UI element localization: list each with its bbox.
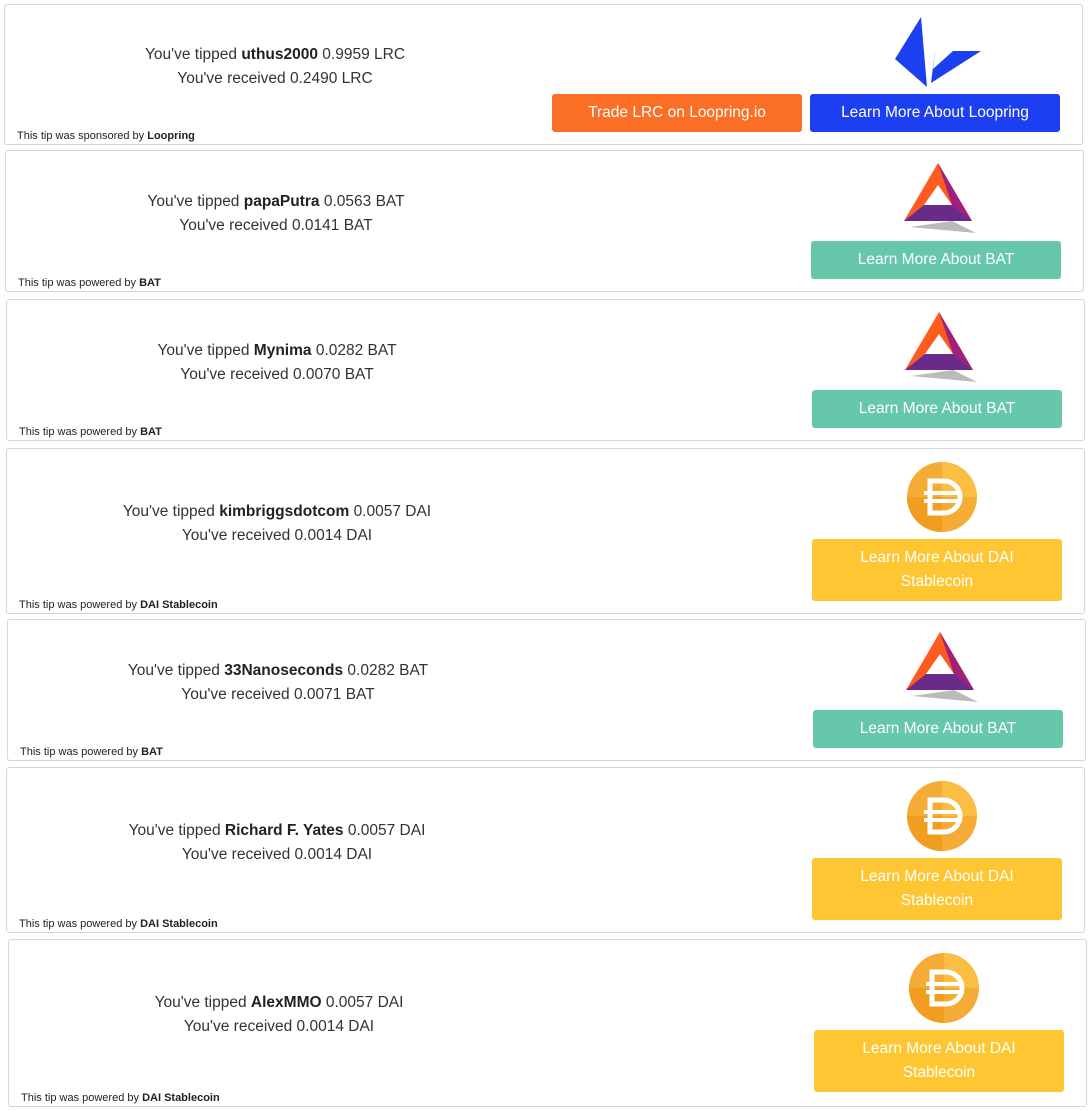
tipped-user: Mynima xyxy=(253,342,312,359)
sponsor-note: This tip was powered by BAT xyxy=(18,277,161,289)
dai-logo xyxy=(907,462,977,532)
tip-summary: You've tipped Richard F. Yates 0.0057 DA… xyxy=(97,819,457,867)
tip-card-bat: You've tipped papaPutra 0.0563 BAT You'v… xyxy=(5,150,1084,292)
tipped-user: AlexMMO xyxy=(250,994,322,1011)
received-line: You've received 0.0014 DAI xyxy=(181,846,373,863)
dai-logo xyxy=(907,781,977,851)
sponsor-note: This tip was powered by BAT xyxy=(19,426,162,438)
tipped-user: kimbriggsdotcom xyxy=(219,503,350,520)
learn-more-bat-button[interactable]: Learn More About BAT xyxy=(812,390,1062,428)
tip-summary: You've tipped AlexMMO 0.0057 DAI You've … xyxy=(99,991,459,1039)
tipped-line: You've tipped kimbriggsdotcom 0.0057 DAI xyxy=(122,503,432,520)
received-line: You've received 0.0014 DAI xyxy=(181,527,373,544)
sponsor-note: This tip was powered by DAI Stablecoin xyxy=(19,918,218,930)
tipped-line: You've tipped AlexMMO 0.0057 DAI xyxy=(154,994,404,1011)
tip-summary: You've tipped uthus2000 0.9959 LRC You'v… xyxy=(95,43,455,91)
tip-card-dai: You've tipped Richard F. Yates 0.0057 DA… xyxy=(6,767,1085,933)
received-line: You've received 0.0014 DAI xyxy=(183,1018,375,1035)
tipped-user: uthus2000 xyxy=(241,46,318,63)
received-line: You've received 0.0071 BAT xyxy=(181,686,375,703)
tip-summary: You've tipped Mynima 0.0282 BAT You've r… xyxy=(97,339,457,387)
dai-logo xyxy=(909,953,979,1023)
learn-more-bat-button[interactable]: Learn More About BAT xyxy=(813,710,1063,748)
loopring-logo xyxy=(895,17,981,87)
tip-card-bat: You've tipped Mynima 0.0282 BAT You've r… xyxy=(6,299,1085,441)
tipped-line: You've tipped Mynima 0.0282 BAT xyxy=(157,342,397,359)
sponsor-note: This tip was powered by DAI Stablecoin xyxy=(19,599,218,611)
learn-more-dai-button[interactable]: Learn More About DAI Stablecoin xyxy=(812,539,1062,601)
tip-summary: You've tipped 33Nanoseconds 0.0282 BAT Y… xyxy=(98,659,458,707)
learn-more-bat-button[interactable]: Learn More About BAT xyxy=(811,241,1061,279)
learn-more-dai-button[interactable]: Learn More About DAI Stablecoin xyxy=(812,858,1062,920)
sponsor-note: This tip was sponsored by Loopring xyxy=(17,130,195,142)
tipped-line: You've tipped 33Nanoseconds 0.0282 BAT xyxy=(127,662,429,679)
tip-card-dai: You've tipped kimbriggsdotcom 0.0057 DAI… xyxy=(6,448,1085,614)
sponsor-note: This tip was powered by DAI Stablecoin xyxy=(21,1092,220,1104)
learn-more-dai-button[interactable]: Learn More About DAI Stablecoin xyxy=(814,1030,1064,1092)
bat-logo xyxy=(906,632,978,702)
tipped-user: 33Nanoseconds xyxy=(224,662,344,679)
received-line: You've received 0.2490 LRC xyxy=(177,70,373,87)
tipped-line: You've tipped Richard F. Yates 0.0057 DA… xyxy=(128,822,426,839)
trade-lrc-button[interactable]: Trade LRC on Loopring.io xyxy=(552,94,802,132)
tipped-user: papaPutra xyxy=(243,193,320,210)
tip-card-bat: You've tipped 33Nanoseconds 0.0282 BAT Y… xyxy=(7,619,1086,761)
tipped-line: You've tipped uthus2000 0.9959 LRC xyxy=(144,46,406,63)
tip-card-loopring: You've tipped uthus2000 0.9959 LRC You'v… xyxy=(4,4,1083,145)
bat-logo xyxy=(904,163,976,233)
tipped-line: You've tipped papaPutra 0.0563 BAT xyxy=(147,193,405,210)
bat-logo xyxy=(905,312,977,382)
sponsor-note: This tip was powered by BAT xyxy=(20,746,163,758)
tip-summary: You've tipped papaPutra 0.0563 BAT You'v… xyxy=(96,190,456,238)
tipped-user: Richard F. Yates xyxy=(224,822,344,839)
learn-more-loopring-button[interactable]: Learn More About Loopring xyxy=(810,94,1060,132)
received-line: You've received 0.0141 BAT xyxy=(179,217,373,234)
tip-summary: You've tipped kimbriggsdotcom 0.0057 DAI… xyxy=(97,500,457,548)
received-line: You've received 0.0070 BAT xyxy=(180,366,374,383)
tip-card-dai: You've tipped AlexMMO 0.0057 DAI You've … xyxy=(8,939,1087,1107)
